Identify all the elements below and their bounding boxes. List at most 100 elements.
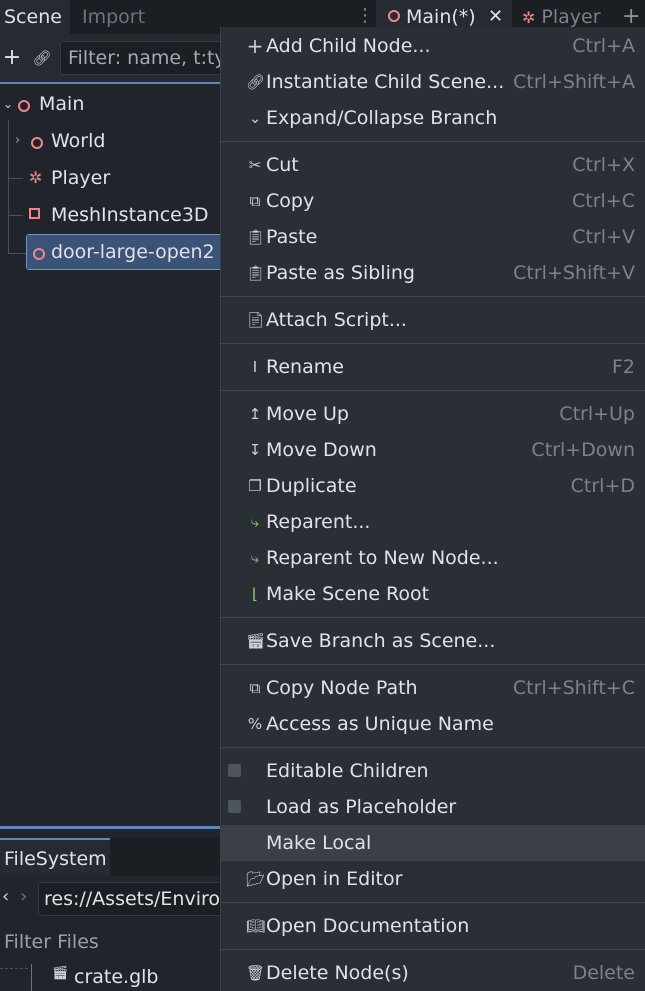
menu-separator [221,949,645,950]
path-field[interactable]: res://Assets/Enviro [38,882,238,916]
chevron-down-icon: ⌄ [248,109,262,127]
percent-icon: % [247,715,263,733]
menu-item-reparent[interactable]: ⤷ Reparent... [220,504,645,540]
menu-item-shortcut: Delete [572,962,635,984]
clipboard-icon: 📋︎ [246,228,266,246]
menu-item-shortcut: Ctrl+Shift+C [512,677,635,699]
menu-item-label: Move Down [266,439,377,461]
chevron-left-icon[interactable]: ‹ [2,886,9,907]
menu-item-label: Make Local [266,832,372,854]
menu-item-paste-as-sibling[interactable]: 📋︎ Paste as Sibling Ctrl+Shift+V [220,255,645,291]
mesh-instance-icon [29,208,40,219]
menu-item-label: Duplicate [266,475,357,497]
menu-item-label: Access as Unique Name [266,713,494,735]
scene-file-icon: 🎬︎ [52,966,69,981]
menu-item-label: Paste as Sibling [266,262,415,284]
menu-item-open-documentation[interactable]: 📖︎ Open Documentation [220,908,645,944]
menu-item-copy[interactable]: ⧉ Copy Ctrl+C [220,183,645,219]
link-icon[interactable]: 🔗︎ [32,46,52,70]
menu-item-shortcut: Ctrl+X [572,154,635,176]
menu-item-shortcut: Ctrl+Up [559,403,635,425]
menu-item-label: Save Branch as Scene... [266,630,496,652]
menu-item-label: Rename [266,356,344,378]
menu-item-expand-collapse-branch[interactable]: ⌄ Expand/Collapse Branch [220,100,645,136]
menu-item-add-child-node[interactable]: + Add Child Node... Ctrl+A [220,28,645,64]
file-name: crate.glb [74,966,159,988]
menu-item-label: Expand/Collapse Branch [266,107,498,129]
tree-item-label: Player [51,167,111,189]
menu-item-shortcut: Ctrl+D [570,475,635,497]
tree-item-label: MeshInstance3D [51,204,209,226]
tree-item-main[interactable]: ⌄ Main [0,86,220,122]
chevron-right-icon[interactable]: › [15,123,20,159]
menu-item-label: Cut [266,154,299,176]
menu-item-editable-children[interactable]: Editable Children [220,753,645,789]
menu-separator [221,343,645,344]
menu-separator [221,747,645,748]
filter-files-input[interactable]: Filter Files [4,930,99,954]
menu-item-label: Editable Children [266,760,429,782]
menu-item-label: Paste [266,226,318,248]
menu-item-copy-node-path[interactable]: ⧉ Copy Node Path Ctrl+Shift+C [220,670,645,706]
tab-scene[interactable]: Scene [0,0,70,34]
menu-item-save-branch-as-scene[interactable]: 🎬︎ Save Branch as Scene... [220,623,645,659]
menu-separator [221,902,645,903]
menu-item-label: Reparent to New Node... [266,547,499,569]
tree-item-door-large-open2[interactable]: door-large-open2 [26,234,220,270]
menu-item-attach-script[interactable]: 📄︎ Attach Script... [220,302,645,338]
menu-item-duplicate[interactable]: ❐ Duplicate Ctrl+D [220,468,645,504]
chevron-right-icon[interactable]: › [20,886,27,907]
menu-item-shortcut: Ctrl+Down [531,439,635,461]
menu-item-paste[interactable]: 📋︎ Paste Ctrl+V [220,219,645,255]
character-icon: ✲ [29,168,43,187]
menu-item-label: Open in Editor [266,868,403,890]
tab-filesystem[interactable]: FileSystem [0,838,110,876]
menu-item-label: Attach Script... [266,309,407,331]
arrow-up-icon: ↥ [248,405,262,423]
menu-item-move-up[interactable]: ↥ Move Up Ctrl+Up [220,396,645,432]
node3d-icon [33,248,45,260]
tab-label: Main(*) [406,6,476,28]
copy-icon: ⧉ [249,192,261,210]
menu-item-open-in-editor[interactable]: 📂︎ Open in Editor [220,861,645,897]
trash-icon: 🗑︎ [246,964,266,982]
tree-item-world[interactable]: › World [0,123,220,159]
character-icon: ✲ [522,8,536,27]
clipboard-icon: 📋︎ [246,264,266,282]
tab-import[interactable]: Import [82,0,145,34]
menu-separator [221,296,645,297]
menu-separator [221,390,645,391]
arrow-down-icon: ↧ [248,441,262,459]
script-add-icon: 📄︎ [246,311,266,329]
menu-item-label: Delete Node(s) [266,962,409,984]
menu-item-move-down[interactable]: ↧ Move Down Ctrl+Down [220,432,645,468]
menu-item-make-local[interactable]: Make Local [220,825,645,861]
menu-item-make-scene-root[interactable]: ⌊ Make Scene Root [220,576,645,612]
tab-label: Player [541,6,601,28]
menu-item-shortcut: F2 [611,356,635,378]
checkbox[interactable] [228,764,241,777]
menu-item-load-as-placeholder[interactable]: Load as Placeholder [220,789,645,825]
menu-item-reparent-to-new-node[interactable]: ⤷ Reparent to New Node... [220,540,645,576]
link-icon: 🔗︎ [246,73,266,91]
tree-item-meshinstance3d[interactable]: MeshInstance3D [0,197,220,233]
tree-item-label: World [51,130,106,152]
menu-item-label: Reparent... [266,511,371,533]
menu-item-rename[interactable]: I Rename F2 [220,349,645,385]
tree-item-player[interactable]: ✲ Player [0,160,220,196]
duplicate-icon: ❐ [248,477,262,495]
menu-item-cut[interactable]: ✂ Cut Ctrl+X [220,147,645,183]
scissors-icon: ✂ [248,156,262,174]
menu-item-instantiate-child-scene[interactable]: 🔗︎ Instantiate Child Scene... Ctrl+Shift… [220,64,645,100]
menu-item-delete-nodes[interactable]: 🗑︎ Delete Node(s) Delete [220,955,645,991]
reparent-new-icon: ⤷ [250,549,260,567]
reparent-icon: ⤷ [250,513,260,531]
menu-item-shortcut: Ctrl+V [572,226,635,248]
menu-separator [221,617,645,618]
chevron-down-icon[interactable]: ⌄ [3,86,13,122]
checkbox[interactable] [228,800,241,813]
menu-item-label: Copy [266,190,315,212]
add-node-button[interactable]: + [2,44,22,72]
menu-item-shortcut: Ctrl+Shift+A [513,71,635,93]
menu-item-access-as-unique-name[interactable]: % Access as Unique Name [220,706,645,742]
